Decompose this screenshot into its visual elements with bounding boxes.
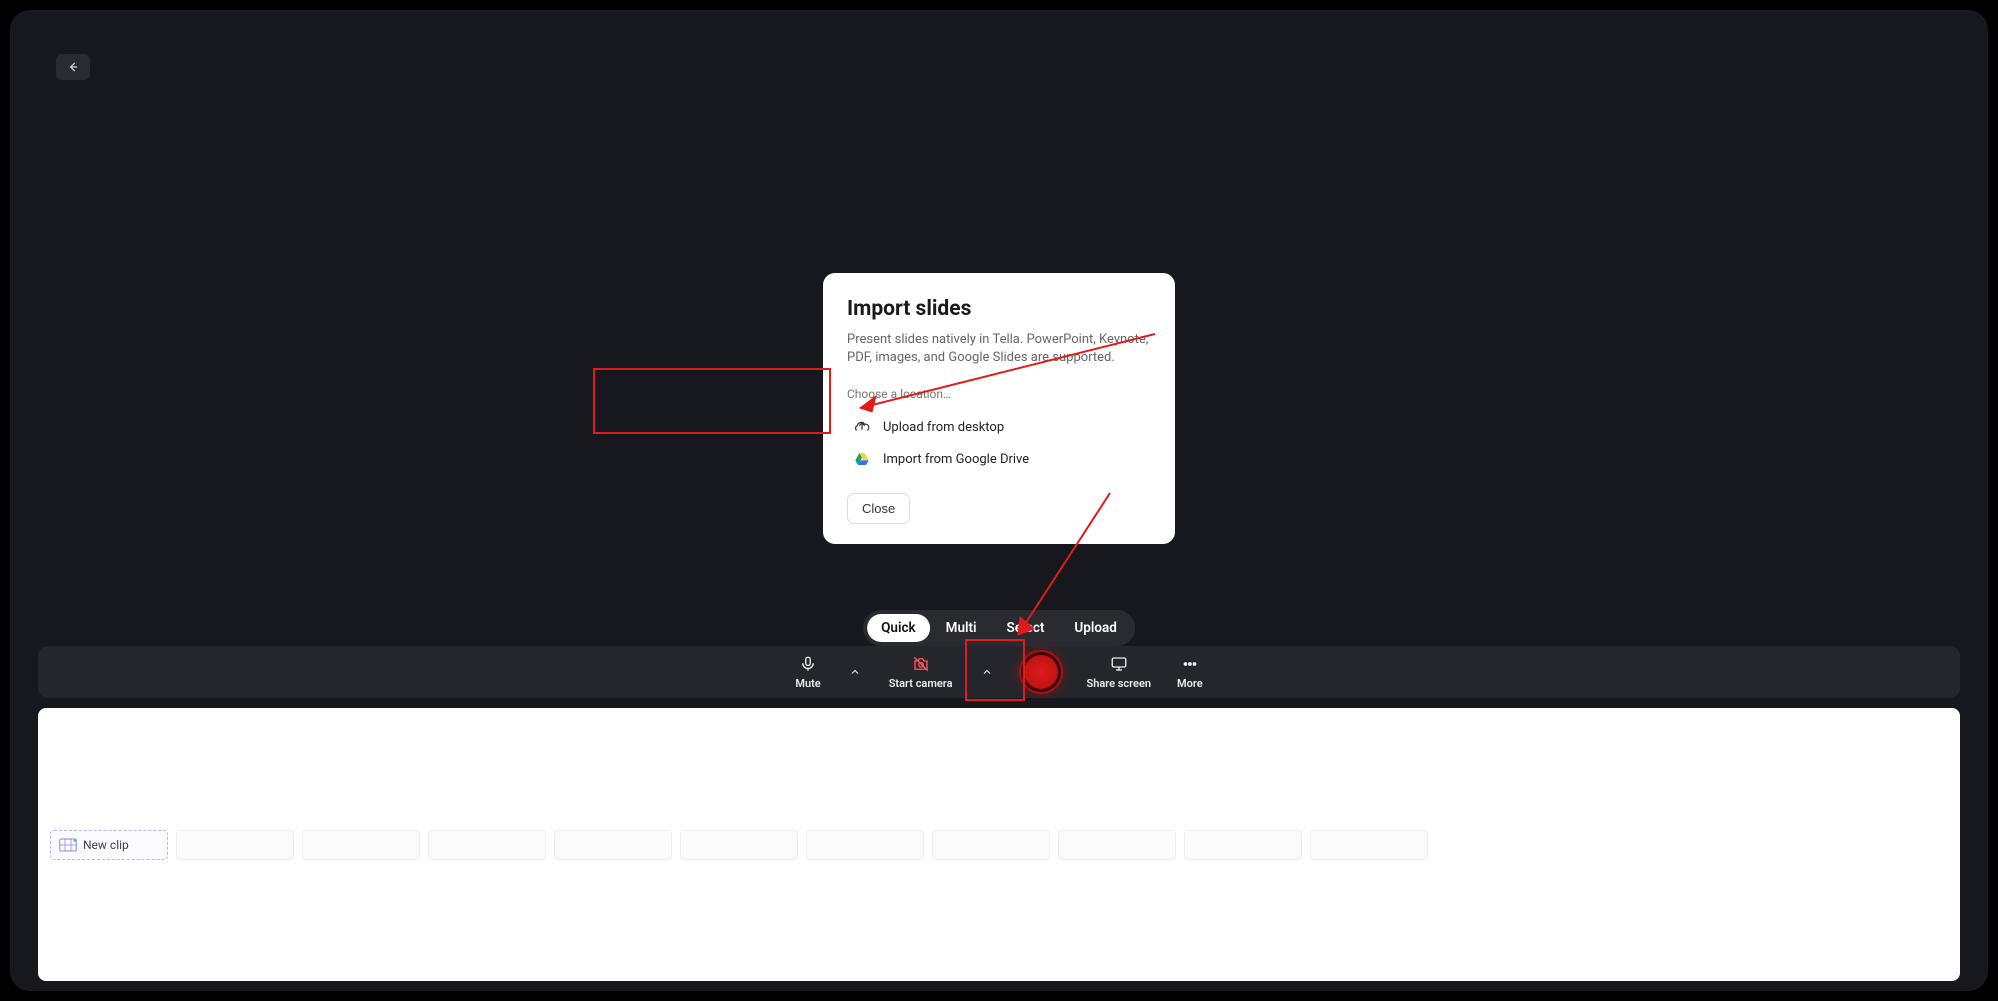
clip-placeholder	[554, 830, 672, 860]
more-button[interactable]: More	[1177, 655, 1203, 690]
share-screen-label: Share screen	[1087, 677, 1152, 690]
google-drive-icon	[853, 450, 871, 468]
close-button[interactable]: Close	[847, 493, 910, 524]
choose-location-label: Choose a location…	[847, 387, 1151, 401]
start-camera-button[interactable]: Start camera	[889, 655, 953, 690]
import-from-google-drive-label: Import from Google Drive	[883, 452, 1029, 467]
upload-icon	[853, 418, 871, 436]
clip-placeholder	[932, 830, 1050, 860]
clip-placeholder	[1184, 830, 1302, 860]
record-button[interactable]	[1021, 652, 1061, 692]
dialog-description: Present slides natively in Tella. PowerP…	[847, 331, 1151, 367]
mute-button[interactable]: Mute	[795, 655, 820, 690]
recording-toolbar: Mute Start camera Share screen More	[38, 646, 1960, 698]
microphone-icon	[799, 655, 817, 673]
monitor-icon	[1110, 655, 1128, 673]
camera-off-icon	[912, 655, 930, 673]
mode-bar: Quick Multi Select Upload	[863, 610, 1135, 646]
mode-multi[interactable]: Multi	[932, 614, 991, 642]
upload-from-desktop-label: Upload from desktop	[883, 420, 1004, 435]
mode-quick[interactable]: Quick	[867, 614, 930, 642]
clip-placeholder	[1058, 830, 1176, 860]
mute-options-chevron[interactable]	[847, 664, 863, 680]
more-label: More	[1177, 677, 1203, 690]
camera-options-chevron[interactable]	[979, 664, 995, 680]
clip-placeholder	[302, 830, 420, 860]
clip-placeholder	[680, 830, 798, 860]
svg-text:+: +	[73, 838, 77, 845]
clip-placeholder	[176, 830, 294, 860]
mode-select[interactable]: Select	[993, 614, 1059, 642]
clip-placeholder	[1310, 830, 1428, 860]
arrow-left-icon	[66, 60, 80, 74]
annotation-box-upload	[593, 368, 831, 434]
dialog-title: Import slides	[847, 297, 1151, 321]
new-clip-label: New clip	[83, 838, 129, 852]
back-button[interactable]	[56, 54, 90, 80]
share-screen-button[interactable]: Share screen	[1087, 655, 1152, 690]
clip-placeholder	[806, 830, 924, 860]
app-frame: Import slides Present slides natively in…	[10, 10, 1988, 991]
new-clip-icon: +	[59, 838, 77, 852]
new-clip-button[interactable]: + New clip	[50, 830, 168, 860]
clip-placeholder	[428, 830, 546, 860]
start-camera-label: Start camera	[889, 677, 953, 690]
mute-label: Mute	[795, 677, 820, 690]
import-from-google-drive-option[interactable]: Import from Google Drive	[847, 443, 1151, 475]
clip-strip: + New clip	[38, 708, 1960, 981]
mode-upload[interactable]: Upload	[1060, 614, 1130, 642]
import-slides-dialog: Import slides Present slides natively in…	[823, 273, 1175, 544]
more-icon	[1181, 655, 1199, 673]
upload-from-desktop-option[interactable]: Upload from desktop	[847, 411, 1151, 443]
